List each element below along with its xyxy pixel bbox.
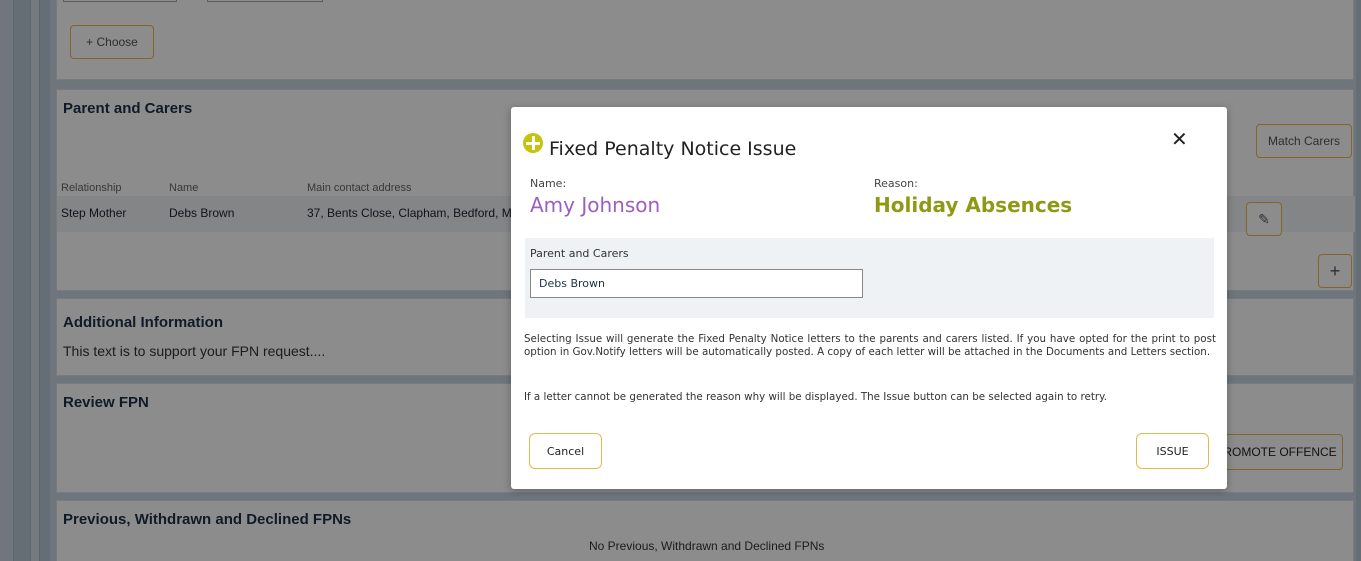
name-value: Amy Johnson — [530, 193, 661, 217]
close-icon[interactable]: ✕ — [1171, 127, 1188, 151]
reason-label: Reason: — [874, 177, 918, 190]
name-label: Name: — [530, 177, 567, 190]
parents-carers-box: Parent and Carers Debs Brown — [525, 238, 1214, 318]
issue-info-text: Selecting Issue will generate the Fixed … — [524, 333, 1216, 358]
fpn-issue-modal: Fixed Penalty Notice Issue ✕ Name: Amy J… — [511, 107, 1227, 489]
parents-carers-field[interactable]: Debs Brown — [530, 269, 863, 298]
modal-title: Fixed Penalty Notice Issue — [549, 138, 797, 160]
cancel-button[interactable]: Cancel — [529, 433, 602, 469]
plus-circle-icon — [523, 133, 543, 153]
issue-button[interactable]: ISSUE — [1136, 433, 1209, 469]
parents-carers-label: Parent and Carers — [530, 247, 629, 260]
retry-info-text: If a letter cannot be generated the reas… — [524, 391, 1108, 403]
reason-value: Holiday Absences — [874, 193, 1073, 217]
